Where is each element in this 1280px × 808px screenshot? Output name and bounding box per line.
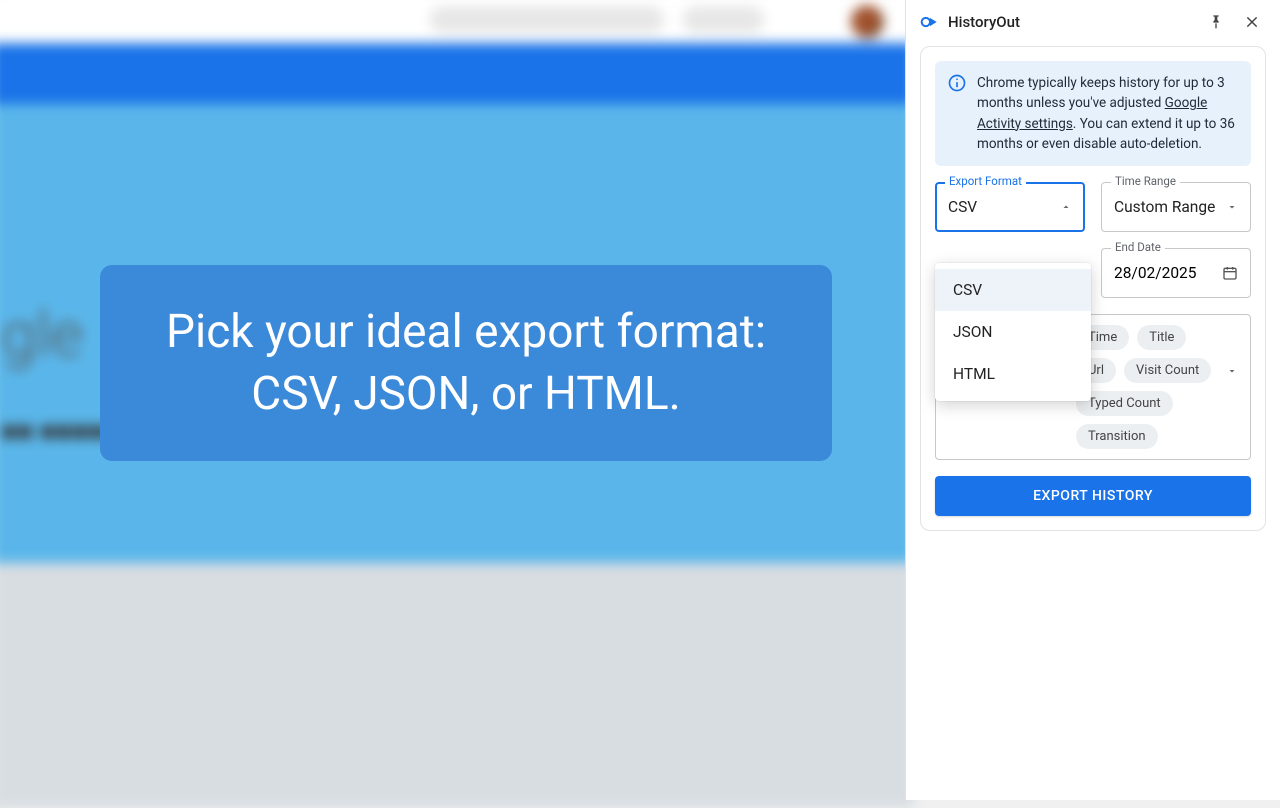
pin-button[interactable] bbox=[1202, 8, 1230, 36]
promo-callout-text: Pick your ideal export format: CSV, JSON… bbox=[130, 301, 802, 425]
panel-title: HistoryOut bbox=[948, 13, 1194, 31]
export-format-label: Export Format bbox=[945, 174, 1026, 188]
column-chip: Title bbox=[1137, 325, 1186, 350]
time-range-field: Time Range Custom Range bbox=[1101, 182, 1251, 232]
column-chip: Transition bbox=[1076, 424, 1158, 449]
chevron-down-icon bbox=[1226, 365, 1238, 377]
info-box: Chrome typically keeps history for up to… bbox=[935, 61, 1251, 166]
promo-callout: Pick your ideal export format: CSV, JSON… bbox=[100, 265, 832, 461]
dropdown-option-json[interactable]: JSON bbox=[935, 311, 1091, 353]
export-format-dropdown: CSV JSON HTML bbox=[935, 263, 1091, 401]
end-date-field: End Date bbox=[1101, 248, 1251, 298]
chevron-down-icon bbox=[1226, 201, 1238, 213]
end-date-input[interactable] bbox=[1114, 264, 1222, 282]
info-icon bbox=[947, 73, 967, 93]
panel-body: Chrome typically keeps history for up to… bbox=[920, 46, 1266, 531]
export-format-select[interactable]: CSV bbox=[935, 182, 1085, 232]
time-range-select[interactable]: Custom Range bbox=[1101, 182, 1251, 232]
export-format-field: Export Format CSV bbox=[935, 182, 1085, 232]
extension-panel: HistoryOut Chrome typically keeps histor… bbox=[905, 0, 1280, 800]
blurred-avatar bbox=[851, 5, 884, 38]
end-date-input-wrap[interactable] bbox=[1101, 248, 1251, 298]
export-history-button[interactable]: EXPORT HISTORY bbox=[935, 476, 1251, 516]
blurred-chip bbox=[683, 6, 765, 33]
blurred-search bbox=[430, 6, 665, 33]
columns-chips: Time Title Url Visit Count Typed Count T… bbox=[1076, 325, 1216, 449]
calendar-icon bbox=[1222, 265, 1238, 281]
export-format-value: CSV bbox=[948, 198, 977, 216]
time-range-label: Time Range bbox=[1111, 174, 1180, 188]
time-range-value: Custom Range bbox=[1114, 198, 1215, 216]
chevron-up-icon bbox=[1060, 201, 1072, 213]
panel-header: HistoryOut bbox=[906, 0, 1280, 44]
close-button[interactable] bbox=[1238, 8, 1266, 36]
column-chip: Visit Count bbox=[1124, 358, 1211, 383]
app-logo-icon bbox=[920, 12, 940, 32]
dropdown-option-csv[interactable]: CSV bbox=[935, 269, 1091, 311]
dropdown-option-html[interactable]: HTML bbox=[935, 353, 1091, 395]
blurred-hero-title: gle bbox=[1, 298, 83, 372]
end-date-label: End Date bbox=[1111, 240, 1165, 254]
